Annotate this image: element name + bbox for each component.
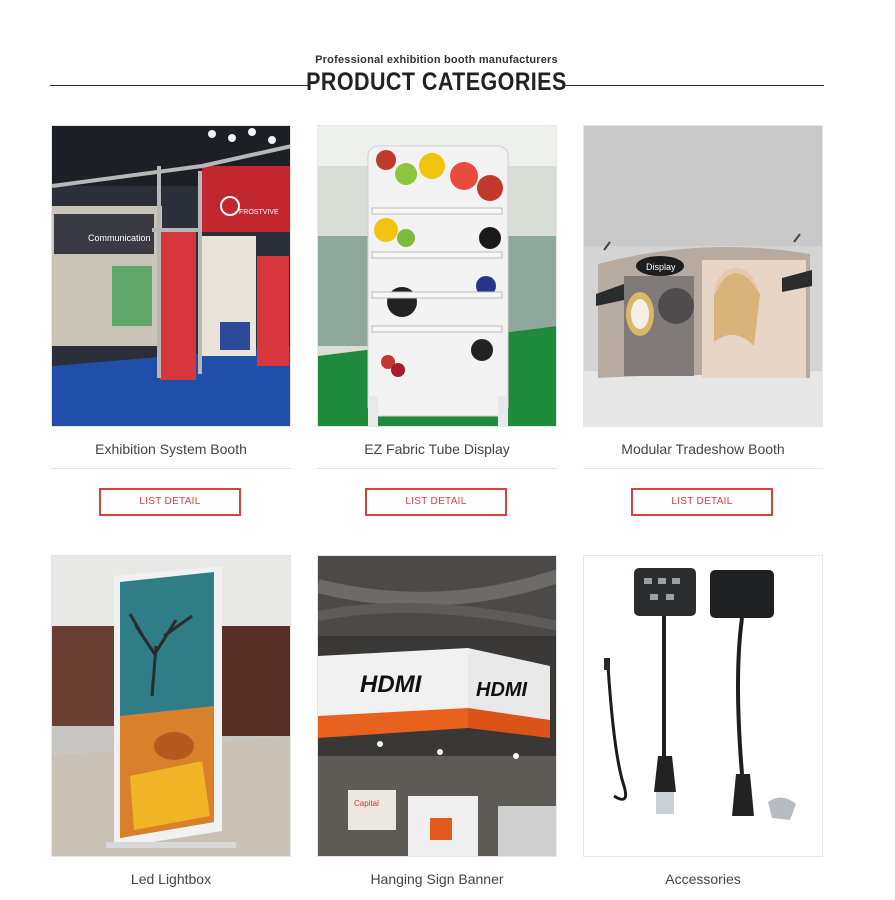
image-text-communication: Communication (88, 233, 151, 243)
image-text-hdmi-side: HDMI (476, 679, 528, 701)
section-title: PRODUCT CATEGORIES (306, 68, 567, 96)
product-image-hanging-sign[interactable]: HDMI HDMI Capital (317, 555, 557, 857)
product-card-exhibition-system-booth[interactable]: Communication FROSTVIVE Exhibition Syste… (51, 125, 291, 520)
list-detail-button[interactable]: LIST DETAIL (631, 488, 773, 516)
product-name[interactable]: Hanging Sign Banner (317, 871, 557, 887)
list-detail-button[interactable]: LIST DETAIL (99, 488, 241, 516)
product-image-led-lightbox[interactable] (51, 555, 291, 857)
product-image-modular-booth[interactable]: Display (583, 125, 823, 427)
product-image-exhibition-booth[interactable]: Communication FROSTVIVE (51, 125, 291, 427)
image-text-brand: FROSTVIVE (239, 209, 279, 216)
product-divider (51, 468, 291, 469)
product-name[interactable]: Exhibition System Booth (51, 441, 291, 457)
product-name[interactable]: EZ Fabric Tube Display (317, 441, 557, 457)
product-card-led-lightbox[interactable]: Led Lightbox (51, 555, 291, 900)
product-divider (317, 468, 557, 469)
product-card-ez-fabric-tube-display[interactable]: EZ Fabric Tube Display LIST DETAIL (317, 125, 557, 520)
product-name[interactable]: Modular Tradeshow Booth (583, 441, 823, 457)
image-text-capital: Capital (354, 799, 379, 808)
section-subtitle: Professional exhibition booth manufactur… (315, 54, 558, 66)
product-image-accessories[interactable] (583, 555, 823, 857)
product-name[interactable]: Accessories (583, 871, 823, 887)
image-text-hdmi-front: HDMI (360, 671, 423, 698)
product-card-hanging-sign-banner[interactable]: HDMI HDMI Capital Hanging Sign Banner (317, 555, 557, 900)
product-divider (583, 468, 823, 469)
product-card-modular-tradeshow-booth[interactable]: Display Modular Tradeshow Booth LIST DET… (583, 125, 823, 520)
header-rule-right (562, 85, 824, 86)
product-image-fabric-tube-display[interactable] (317, 125, 557, 427)
product-card-accessories[interactable]: Accessories (583, 555, 823, 900)
section-header: Professional exhibition booth manufactur… (0, 0, 895, 110)
list-detail-button[interactable]: LIST DETAIL (365, 488, 507, 516)
product-name[interactable]: Led Lightbox (51, 871, 291, 887)
image-text-display: Display (646, 262, 676, 272)
